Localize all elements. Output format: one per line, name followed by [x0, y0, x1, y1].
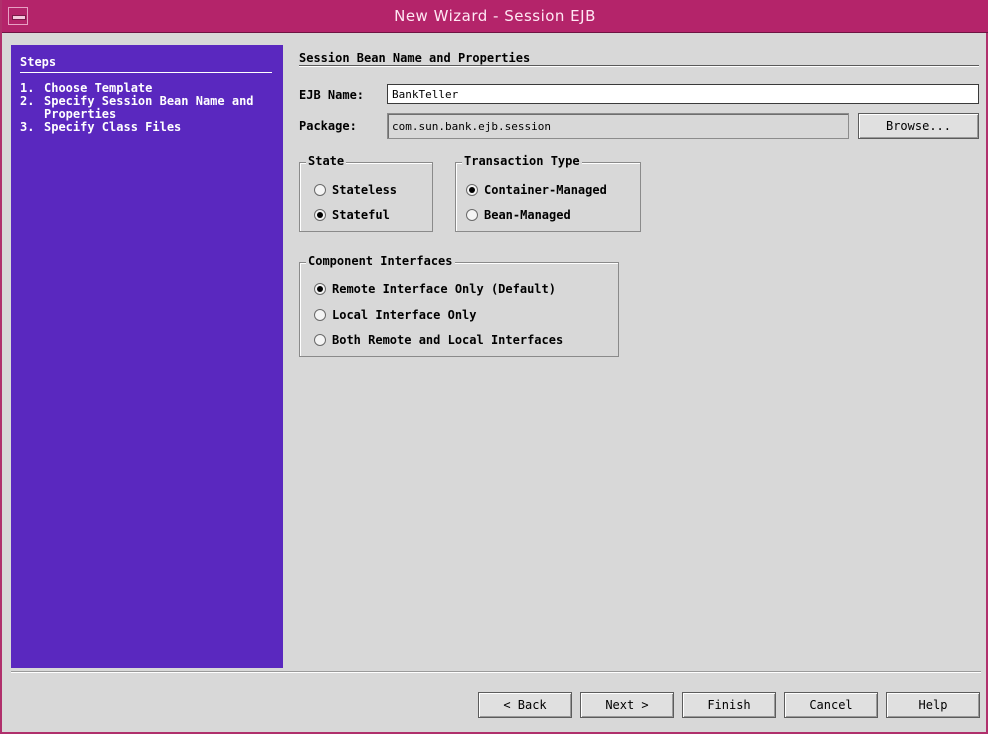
radio-stateful[interactable]: Stateful [314, 208, 390, 222]
radio-label: Local Interface Only [332, 308, 477, 322]
title-divider [299, 65, 979, 67]
step-item: 2. Specify Session Bean Name and Propert… [20, 95, 280, 121]
step-label: Specify Session Bean Name and Properties [44, 94, 254, 121]
back-button[interactable]: < Back [478, 692, 572, 718]
transaction-type-group: Transaction Type Container-Managed Bean-… [455, 154, 641, 232]
radio-button-icon [466, 209, 478, 221]
radio-remote-only[interactable]: Remote Interface Only (Default) [314, 282, 556, 296]
package-field[interactable] [387, 113, 849, 139]
state-group-title: State [306, 154, 347, 168]
step-number: 2. [20, 94, 35, 108]
radio-label: Stateless [332, 183, 398, 197]
radio-stateless[interactable]: Stateless [314, 183, 397, 197]
window-title: New Wizard - Session EJB [394, 7, 596, 25]
footer-divider [11, 671, 981, 673]
steps-heading: Steps [20, 55, 57, 69]
radio-button-selected-icon [314, 209, 326, 221]
wizard-window: New Wizard - Session EJB Steps 1. Choose… [0, 0, 988, 734]
steps-divider [20, 72, 272, 73]
radio-container-managed[interactable]: Container-Managed [466, 183, 607, 197]
step-label: Specify Class Files [44, 120, 182, 134]
radio-button-icon [314, 334, 326, 346]
next-button[interactable]: Next > [580, 692, 674, 718]
component-interfaces-group: Component Interfaces Remote Interface On… [299, 254, 619, 357]
browse-button[interactable]: Browse... [858, 113, 979, 139]
radio-button-selected-icon [466, 184, 478, 196]
radio-button-selected-icon [314, 283, 326, 295]
radio-label: Bean-Managed [484, 208, 571, 222]
ejb-name-input[interactable] [387, 84, 979, 104]
finish-button[interactable]: Finish [682, 692, 776, 718]
steps-list: 1. Choose Template 2. Specify Session Be… [20, 82, 280, 134]
radio-label: Both Remote and Local Interfaces [332, 333, 564, 347]
radio-button-icon [314, 309, 326, 321]
radio-local-only[interactable]: Local Interface Only [314, 308, 477, 322]
page-title: Session Bean Name and Properties [299, 51, 531, 65]
steps-panel: Steps 1. Choose Template 2. Specify Sess… [11, 45, 283, 668]
radio-label: Stateful [332, 208, 390, 222]
state-group: State Stateless Stateful [299, 154, 433, 232]
radio-button-icon [314, 184, 326, 196]
cancel-button[interactable]: Cancel [784, 692, 878, 718]
radio-bean-managed[interactable]: Bean-Managed [466, 208, 571, 222]
transaction-group-title: Transaction Type [462, 154, 582, 168]
step-item: 3. Specify Class Files [20, 121, 280, 134]
step-number: 3. [20, 120, 35, 134]
radio-label: Remote Interface Only (Default) [332, 282, 556, 296]
title-bar[interactable]: New Wizard - Session EJB [2, 0, 988, 33]
ejb-name-label: EJB Name: [299, 88, 365, 102]
radio-both-interfaces[interactable]: Both Remote and Local Interfaces [314, 333, 563, 347]
help-button[interactable]: Help [886, 692, 980, 718]
interfaces-group-title: Component Interfaces [306, 254, 455, 268]
radio-label: Container-Managed [484, 183, 607, 197]
package-label: Package: [299, 119, 357, 133]
